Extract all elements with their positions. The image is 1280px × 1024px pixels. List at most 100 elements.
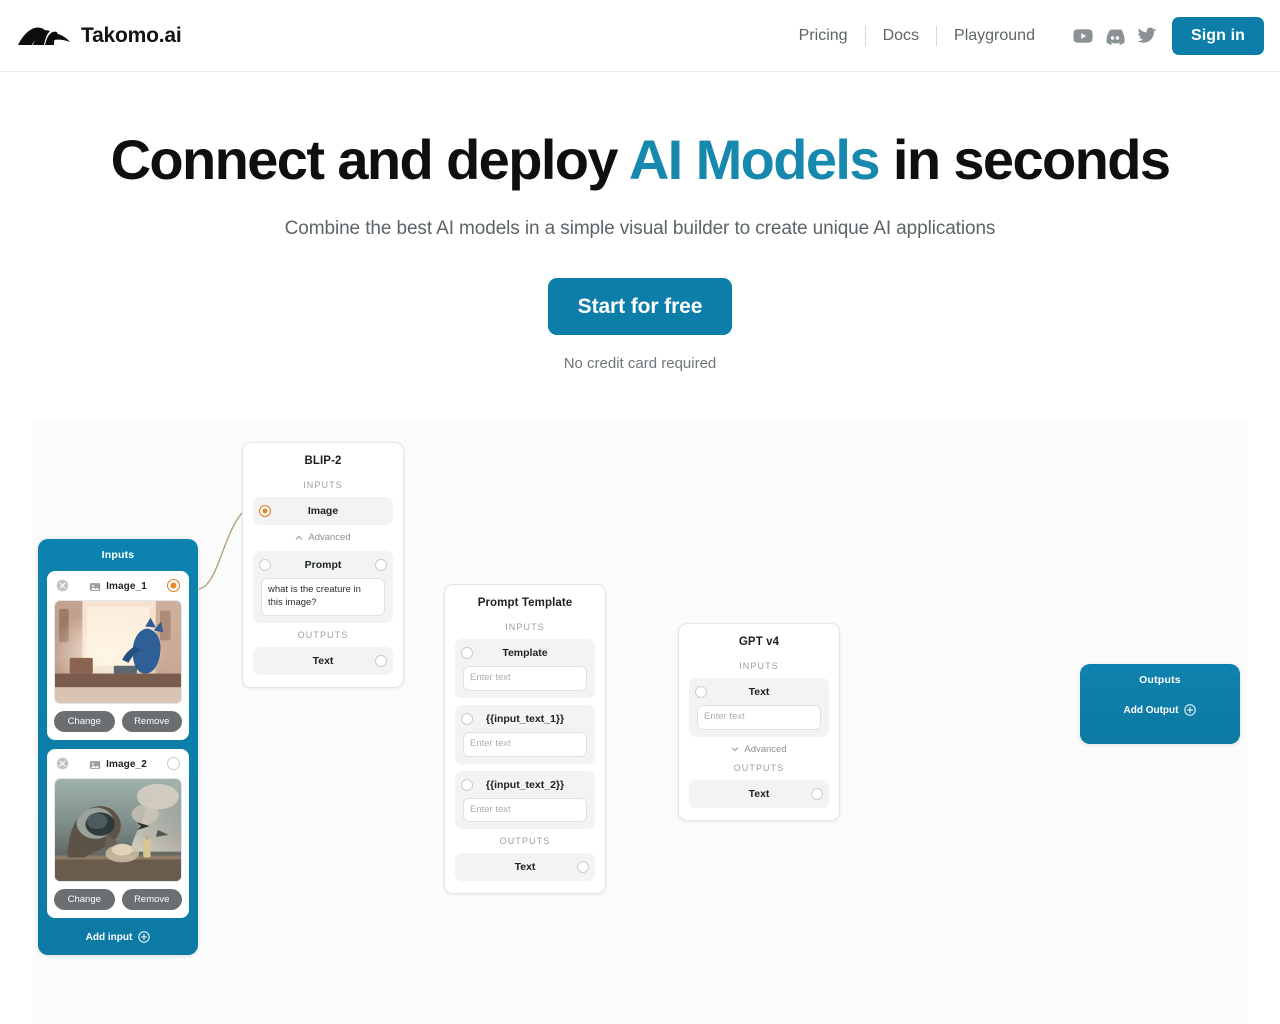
brand-name: Takomo.ai (81, 23, 182, 47)
node-prompt-template[interactable]: Prompt Template INPUTS Template Enter te… (444, 584, 606, 895)
port-dot[interactable] (461, 647, 473, 659)
node-blip2[interactable]: BLIP-2 INPUTS Image Advanced Prompt what… (242, 442, 404, 688)
port-dot[interactable] (811, 787, 823, 800)
signin-button[interactable]: Sign in (1171, 16, 1264, 55)
add-output-button[interactable]: Add Output (1089, 700, 1231, 718)
input-image-thumbnail (54, 778, 182, 882)
edge-layer (198, 509, 246, 590)
nav-link-docs[interactable]: Docs (866, 27, 936, 44)
port-dot[interactable] (577, 861, 589, 874)
input-text-2-input[interactable]: Enter text (463, 797, 587, 823)
output-port-text[interactable]: Text (455, 853, 595, 882)
remove-image-button[interactable]: Remove (121, 889, 182, 910)
input-text-1-input[interactable]: Enter text (463, 731, 587, 757)
text-input[interactable]: Enter text (697, 705, 821, 730)
change-image-button[interactable]: Change (54, 889, 115, 910)
output-port-dot[interactable] (167, 757, 180, 770)
inputs-section-label: INPUTS (303, 480, 343, 490)
input-port-text[interactable]: Text Enter text (689, 678, 829, 737)
output-port-text[interactable]: Text (253, 646, 393, 675)
outputs-section-label: OUTPUTS (297, 629, 349, 640)
port-label: Prompt (304, 559, 342, 571)
inputs-panel[interactable]: Inputs Image_1 Change Remove Image_2 Cha… (38, 539, 198, 955)
output-port-dot[interactable] (167, 579, 180, 592)
hero-title-part2: in seconds (878, 128, 1171, 191)
input-image-actions: Change Remove (54, 711, 182, 732)
input-port-input-text-2[interactable]: {{input_text_2}} Enter text (455, 770, 595, 830)
close-circle-icon[interactable] (56, 757, 69, 770)
template-input[interactable]: Enter text (463, 666, 587, 691)
brand-logo-link[interactable]: Takomo.ai (16, 21, 182, 51)
nav-link-playground[interactable]: Playground (937, 27, 1052, 44)
input-image-thumbnail (54, 600, 182, 704)
input-port-prompt[interactable]: Prompt what is the creature in this imag… (253, 551, 393, 623)
outputs-section-label: OUTPUTS (499, 836, 551, 847)
add-input-label: Add input (85, 931, 133, 943)
nav-link-pricing[interactable]: Pricing (782, 27, 865, 44)
outputs-section-label: OUTPUTS (733, 762, 785, 773)
input-image-name: Image_2 (106, 758, 147, 770)
output-port-text[interactable]: Text (689, 779, 829, 808)
hero-section: Connect and deploy AI Models in seconds … (0, 72, 1280, 372)
advanced-label: Advanced (744, 743, 787, 755)
inputs-section-label: INPUTS (505, 622, 545, 632)
add-output-label: Add Output (1123, 704, 1179, 716)
port-dot[interactable] (461, 778, 473, 791)
remove-image-button[interactable]: Remove (121, 711, 182, 732)
add-input-button[interactable]: Add input (47, 927, 189, 945)
input-image-name: Image_1 (106, 580, 147, 592)
discord-icon[interactable] (1104, 25, 1126, 47)
plus-circle-icon (138, 931, 151, 943)
picture-icon (89, 758, 101, 770)
input-image-actions: Change Remove (54, 889, 182, 910)
port-dot[interactable] (461, 712, 473, 725)
port-dot[interactable] (695, 686, 707, 698)
port-label: Text (748, 787, 770, 800)
close-circle-icon[interactable] (56, 579, 69, 592)
port-label: Template (502, 647, 548, 659)
node-gpt-v4[interactable]: GPT v4 INPUTS Text Enter text Advanced O… (678, 623, 840, 821)
prompt-input[interactable]: what is the creature in this image? (261, 578, 385, 616)
input-image-header: Image_2 (54, 756, 182, 772)
input-image-card[interactable]: Image_1 Change Remove (47, 571, 189, 740)
outputs-panel[interactable]: Outputs Add Output (1080, 664, 1240, 744)
port-dot-out[interactable] (375, 559, 387, 571)
port-dot[interactable] (259, 505, 271, 517)
page-title: Connect and deploy AI Models in seconds (0, 128, 1280, 192)
start-for-free-button[interactable]: Start for free (547, 277, 733, 335)
hero-title-part1: Connect and deploy (110, 128, 629, 191)
port-label: Image (307, 505, 339, 517)
input-image-header: Image_1 (54, 578, 182, 594)
port-label: Text (748, 686, 770, 698)
advanced-toggle[interactable]: Advanced (253, 532, 393, 543)
outputs-panel-title: Outputs (1139, 674, 1181, 686)
input-port-input-text-1[interactable]: {{input_text_1}} Enter text (455, 704, 595, 764)
twitter-icon[interactable] (1136, 25, 1158, 47)
input-port-template[interactable]: Template Enter text (455, 639, 595, 698)
cta-note: No credit card required (563, 354, 717, 372)
chevron-up-icon (295, 534, 303, 542)
youtube-icon[interactable] (1072, 25, 1094, 47)
edge-image1-to-blip2 (198, 509, 246, 590)
advanced-toggle[interactable]: Advanced (689, 744, 829, 755)
input-image-card[interactable]: Image_2 Change Remove (47, 749, 189, 918)
site-header: Takomo.ai Pricing Docs Playground Sign i… (0, 0, 1280, 72)
advanced-label: Advanced (308, 532, 351, 543)
input-port-image[interactable]: Image (253, 497, 393, 525)
hero-title-accent: AI Models (628, 128, 881, 191)
port-label: Text (514, 861, 536, 874)
flow-builder-canvas[interactable]: Inputs Image_1 Change Remove Image_2 Cha… (33, 420, 1247, 1024)
takomo-logo-icon (16, 21, 72, 51)
port-label: {{input_text_1}} (485, 712, 565, 725)
port-dot[interactable] (259, 559, 271, 571)
node-title: Prompt Template (477, 597, 573, 609)
port-label: Text (312, 654, 334, 667)
chevron-down-icon (731, 745, 739, 753)
picture-icon (89, 580, 101, 592)
port-dot[interactable] (375, 654, 387, 667)
change-image-button[interactable]: Change (54, 711, 115, 732)
inputs-panel-title: Inputs (101, 549, 135, 561)
node-title: BLIP-2 (304, 455, 342, 467)
node-title: GPT v4 (738, 636, 780, 648)
inputs-section-label: INPUTS (739, 661, 779, 671)
